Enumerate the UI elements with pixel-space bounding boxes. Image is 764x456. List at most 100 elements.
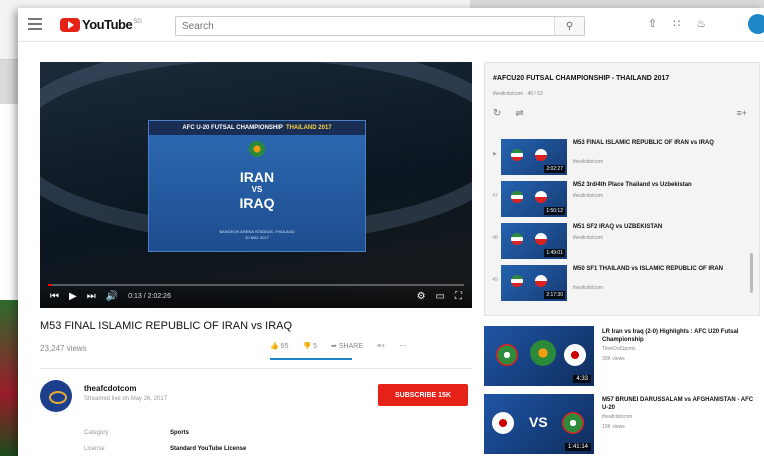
progress-fill: [48, 284, 53, 286]
video-title: M53 FINAL ISLAMIC REPUBLIC OF IRAN vs IR…: [40, 320, 293, 332]
recommended-channel: TimeOutSports: [602, 346, 636, 352]
video-thumbnail: 1:50:12: [501, 181, 567, 217]
duration-badge: 1:49:01: [544, 249, 565, 257]
like-button[interactable]: 👍 65: [270, 342, 288, 350]
recommended-views: 30K views: [602, 356, 625, 362]
license-value: Standard YouTube License: [170, 446, 247, 452]
flag-icon: [535, 149, 547, 161]
divider: [40, 368, 472, 369]
title-card: AFC U-20 FUTSAL CHAMPIONSHIP THAILAND 20…: [148, 120, 366, 252]
shuffle-icon[interactable]: ⇌: [515, 108, 523, 119]
controls-right: ⚙ ▭ ⛶: [417, 291, 462, 302]
channel-avatar[interactable]: [40, 380, 72, 412]
video-player[interactable]: AFC U-20 FUTSAL CHAMPIONSHIP THAILAND 20…: [40, 62, 472, 308]
recommended-views: 13K views: [602, 424, 625, 430]
playlist-scrollbar[interactable]: [750, 253, 753, 293]
account-avatar[interactable]: [748, 14, 764, 34]
flag-icon: [535, 191, 547, 203]
top-bar: YouTube SG ⚲ ⇧ ∷ ♨: [18, 8, 764, 42]
recommended-title: M57 BRUNEI DARUSSALAM vs AFGHANISTAN - A…: [602, 397, 754, 411]
previous-icon[interactable]: ⏮: [50, 291, 59, 302]
recommended-title: LR Iran vs Iraq (2-0) Highlights : AFC U…: [602, 329, 739, 343]
brunei-badge-icon: [492, 412, 514, 434]
upload-icon[interactable]: ⇧: [648, 17, 657, 30]
flag-icon: [511, 149, 523, 161]
video-thumbnail: VS 1:41:14: [484, 394, 594, 454]
vs-graphic: VS: [529, 414, 548, 430]
playlist-item[interactable]: 49 2:17:30 M50 SF1 THAILAND vs ISLAMIC R…: [485, 263, 745, 303]
logo-country: SG: [133, 18, 142, 25]
team-2: IRAQ: [239, 195, 275, 211]
theater-icon[interactable]: ▭: [436, 291, 445, 302]
next-icon[interactable]: ⏭: [87, 291, 96, 302]
play-icon[interactable]: ▶: [69, 291, 77, 302]
duration-badge: 4:33: [573, 375, 591, 383]
apps-icon[interactable]: ∷: [673, 17, 680, 30]
playlist-item-channel: theafcdotcom: [573, 193, 604, 199]
afghanistan-badge-icon: [562, 412, 584, 434]
playlist-title[interactable]: #AFCU20 FUTSAL CHAMPIONSHIP - THAILAND 2…: [493, 75, 669, 82]
playlist-index: 49: [492, 277, 498, 283]
bell-icon[interactable]: ♨: [696, 17, 706, 30]
playlist-item-title: M53 FINAL ISLAMIC REPUBLIC OF IRAN vs IR…: [573, 140, 714, 146]
card-header: AFC U-20 FUTSAL CHAMPIONSHIP THAILAND 20…: [149, 121, 365, 135]
channel-name[interactable]: theafcdotcom: [84, 384, 136, 393]
afc-logo-icon: [249, 141, 265, 157]
search-input[interactable]: [176, 17, 554, 35]
recommended-video[interactable]: VS 1:41:14 M57 BRUNEI DARUSSALAM vs AFGH…: [484, 394, 760, 454]
duration-badge: 1:41:14: [564, 443, 591, 451]
video-thumbnail: 1:49:01: [501, 223, 567, 259]
recommended-video[interactable]: 4:33 LR Iran vs Iraq (2-0) Highlights : …: [484, 326, 760, 386]
top-icons: ⇧ ∷ ♨: [648, 17, 706, 30]
more-icon[interactable]: ⋯: [399, 342, 406, 350]
flag-icon: [511, 233, 523, 245]
volume-icon[interactable]: 🔊: [106, 291, 118, 302]
team-1: IRAN: [239, 169, 275, 185]
card-footer: BANGKOK ARENA STADIUM, THAILAND 20 MAY 2…: [219, 229, 295, 240]
time-display: 0:13 / 2:02:26: [128, 293, 171, 300]
playlist-item-channel: theafcdotcom: [573, 285, 604, 291]
controls-left: ⏮ ▶ ⏭ 🔊 0:13 / 2:02:26: [50, 291, 171, 302]
player-controls: ⏮ ▶ ⏭ 🔊 0:13 / 2:02:26 ⚙ ▭ ⛶: [40, 282, 472, 308]
add-to-playlist-icon[interactable]: ≡+: [377, 343, 385, 350]
playlist-item[interactable]: ▶ 2:02:27 M53 FINAL ISLAMIC REPUBLIC OF …: [485, 137, 745, 177]
flag-icon: [511, 275, 523, 287]
playlist-item[interactable]: 48 1:49:01 M51 SF2 IRAQ vs UZBEKISTAN th…: [485, 221, 745, 261]
playlist-item[interactable]: 47 1:50:12 M52 3rd/4th Place Thailand vs…: [485, 179, 745, 219]
thumbs-up-icon: 👍: [270, 343, 279, 350]
browser-window: YouTube SG ⚲ ⇧ ∷ ♨ AFC U-20 FUTSAL CHAMP…: [18, 8, 764, 456]
playlist-index: 48: [492, 235, 498, 241]
playlist-panel: #AFCU20 FUTSAL CHAMPIONSHIP - THAILAND 2…: [484, 62, 760, 316]
subscribe-button[interactable]: SUBSCRIBE 15K: [378, 384, 468, 406]
playlist-item-title: M51 SF2 IRAQ vs UZBEKISTAN: [573, 224, 663, 230]
category-value[interactable]: Sports: [170, 430, 189, 436]
duration-badge: 1:50:12: [544, 207, 565, 215]
afc-logo-icon: [530, 340, 556, 366]
share-button[interactable]: ➦ SHARE: [331, 342, 363, 350]
now-playing-icon: ▶: [493, 151, 497, 157]
duration-badge: 2:02:27: [544, 165, 565, 173]
playlist-controls: ↻ ⇌: [493, 108, 524, 119]
iran-badge-icon: [496, 344, 518, 366]
playlist-subtitle: theafcdotcom · 46 / 53: [493, 91, 543, 97]
search-box: ⚲: [175, 16, 585, 36]
loop-icon[interactable]: ↻: [493, 108, 501, 119]
video-thumbnail: 4:33: [484, 326, 594, 386]
category-label: Category: [84, 430, 109, 436]
fullscreen-icon[interactable]: ⛶: [455, 291, 462, 302]
duration-badge: 2:17:30: [544, 291, 565, 299]
view-count: 23,247 views: [40, 344, 87, 353]
share-icon: ➦: [331, 343, 337, 350]
video-thumbnail: 2:17:30: [501, 265, 567, 301]
search-icon[interactable]: ⚲: [554, 17, 584, 35]
dislike-button[interactable]: 👎 5: [302, 342, 317, 350]
logo-text: YouTube: [82, 17, 133, 32]
playlist-item-channel: theafcdotcom: [573, 235, 604, 241]
flag-icon: [535, 275, 547, 287]
settings-icon[interactable]: ⚙: [417, 291, 426, 302]
playlist-item-title: M50 SF1 THAILAND vs ISLAMIC REPUBLIC OF …: [573, 266, 724, 272]
playlist-menu-icon[interactable]: ≡+: [736, 108, 747, 118]
youtube-logo[interactable]: YouTube SG: [60, 17, 142, 32]
progress-bar[interactable]: [48, 284, 464, 286]
menu-icon[interactable]: [28, 18, 42, 30]
